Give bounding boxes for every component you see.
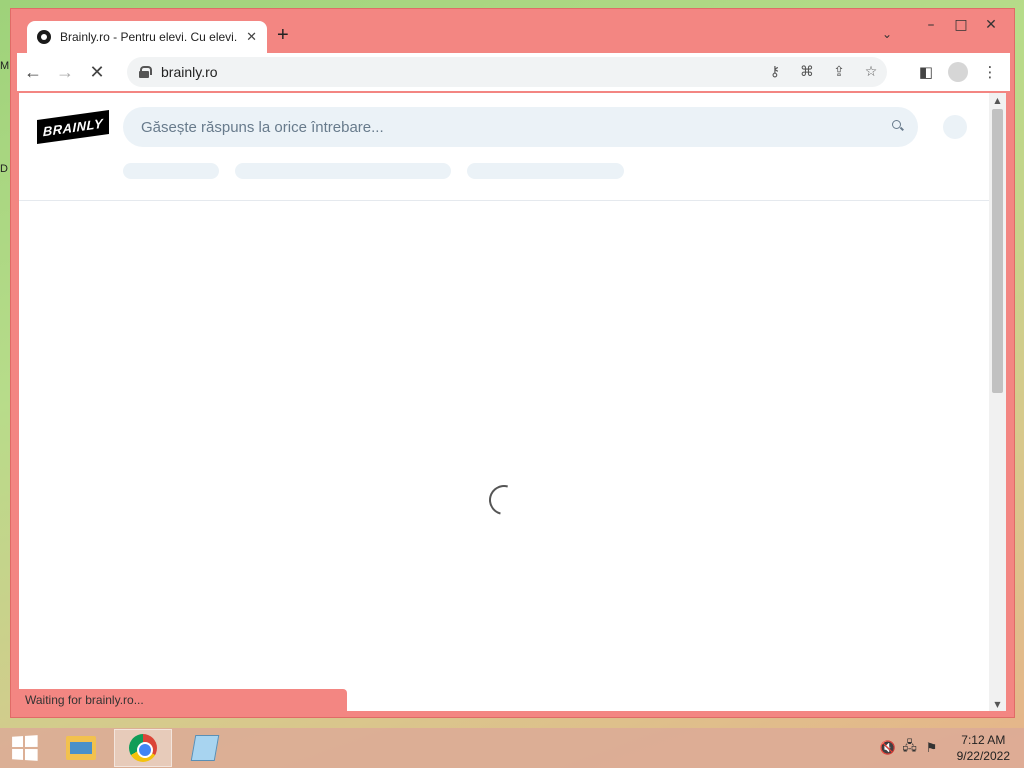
share-icon[interactable]: ⇪ — [823, 64, 855, 80]
browser-toolbar: ← → ✕ brainly.ro ⚷ ⌘ ⇪ ☆ ◧ ⋮ — [17, 53, 1010, 91]
taskbar-google-chrome[interactable] — [114, 729, 172, 767]
stop-loading-button[interactable]: ✕ — [81, 56, 113, 88]
loading-spinner-icon — [483, 479, 525, 521]
system-tray: 🔇 🖧 ⚑ 7:12 AM 9/22/2022 — [877, 728, 1010, 768]
skeleton-nav-item — [467, 163, 624, 179]
browser-tab[interactable]: Brainly.ro - Pentru elevi. Cu elevi. ✕ — [27, 21, 267, 53]
scroll-down-arrow-icon[interactable]: ▼ — [989, 697, 1006, 711]
url-text[interactable]: brainly.ro — [161, 64, 218, 80]
maximize-button[interactable]: □ — [946, 13, 976, 37]
status-bar: Waiting for brainly.ro... — [19, 689, 347, 711]
back-button[interactable]: ← — [17, 56, 49, 88]
status-text: Waiting for brainly.ro... — [25, 693, 144, 707]
key-icon[interactable]: ⚷ — [759, 64, 791, 80]
new-tab-button[interactable]: + — [277, 24, 289, 47]
menu-icon[interactable]: ⋮ — [974, 56, 1006, 88]
taskbar-file-explorer[interactable] — [52, 729, 110, 767]
tab-search-button[interactable]: ⌄ — [882, 27, 892, 41]
side-panel-icon[interactable]: ◧ — [910, 56, 942, 88]
tab-title: Brainly.ro - Pentru elevi. Cu elevi. — [60, 30, 238, 44]
volume-muted-icon[interactable]: 🔇 — [877, 741, 899, 756]
chrome-icon — [129, 734, 157, 762]
action-center-flag-icon[interactable]: ⚑ — [921, 741, 943, 756]
page-content: BRAINLY Găsește răspuns la orice întreba… — [19, 93, 989, 711]
toolbar-right-actions: ◧ ⋮ — [910, 56, 1006, 88]
clock-date: 9/22/2022 — [956, 749, 1010, 763]
omnibox-actions: ⚷ ⌘ ⇪ ☆ — [759, 57, 887, 87]
address-bar[interactable]: brainly.ro ⚷ ⌘ ⇪ ☆ — [127, 57, 887, 87]
brainly-favicon-icon — [37, 30, 51, 44]
window-controls: – □ ✕ — [916, 13, 1006, 37]
tab-close-button[interactable]: ✕ — [246, 29, 257, 45]
profile-icon[interactable] — [948, 62, 968, 82]
file-explorer-icon — [66, 736, 96, 760]
taskbar-notepad[interactable] — [176, 729, 234, 767]
forward-button[interactable]: → — [49, 56, 81, 88]
search-placeholder: Găsește răspuns la orice întrebare... — [141, 118, 384, 136]
desktop-icon-label-m: M — [0, 60, 10, 72]
logo-text: BRAINLY — [42, 115, 104, 139]
clock-time: 7:12 AM — [961, 733, 1006, 747]
lock-icon[interactable] — [139, 66, 152, 78]
avatar-placeholder — [943, 115, 967, 139]
network-icon[interactable]: 🖧 — [899, 737, 921, 759]
notepad-icon — [190, 735, 220, 761]
browser-window: – □ ✕ Brainly.ro - Pentru elevi. Cu elev… — [10, 8, 1015, 718]
close-window-button[interactable]: ✕ — [976, 13, 1006, 37]
skeleton-nav-item — [235, 163, 451, 179]
star-icon[interactable]: ☆ — [855, 64, 887, 80]
site-header: BRAINLY Găsește răspuns la orice întreba… — [19, 93, 989, 201]
start-button[interactable] — [0, 728, 48, 768]
scroll-up-arrow-icon[interactable]: ▲ — [989, 93, 1006, 107]
taskbar: 🔇 🖧 ⚑ 7:12 AM 9/22/2022 — [0, 728, 1024, 768]
skeleton-nav-item — [123, 163, 219, 179]
search-input[interactable]: Găsește răspuns la orice întrebare... — [123, 107, 918, 147]
translate-icon[interactable]: ⌘ — [791, 64, 823, 80]
vertical-scrollbar[interactable]: ▲ ▼ — [989, 93, 1006, 711]
search-icon[interactable] — [892, 120, 904, 132]
brainly-logo[interactable]: BRAINLY — [37, 109, 109, 145]
desktop-icon-label-d: D — [0, 163, 8, 175]
scroll-thumb[interactable] — [992, 109, 1003, 393]
windows-logo-icon — [12, 735, 38, 761]
minimize-button[interactable]: – — [916, 13, 946, 37]
clock[interactable]: 7:12 AM 9/22/2022 — [957, 732, 1010, 764]
